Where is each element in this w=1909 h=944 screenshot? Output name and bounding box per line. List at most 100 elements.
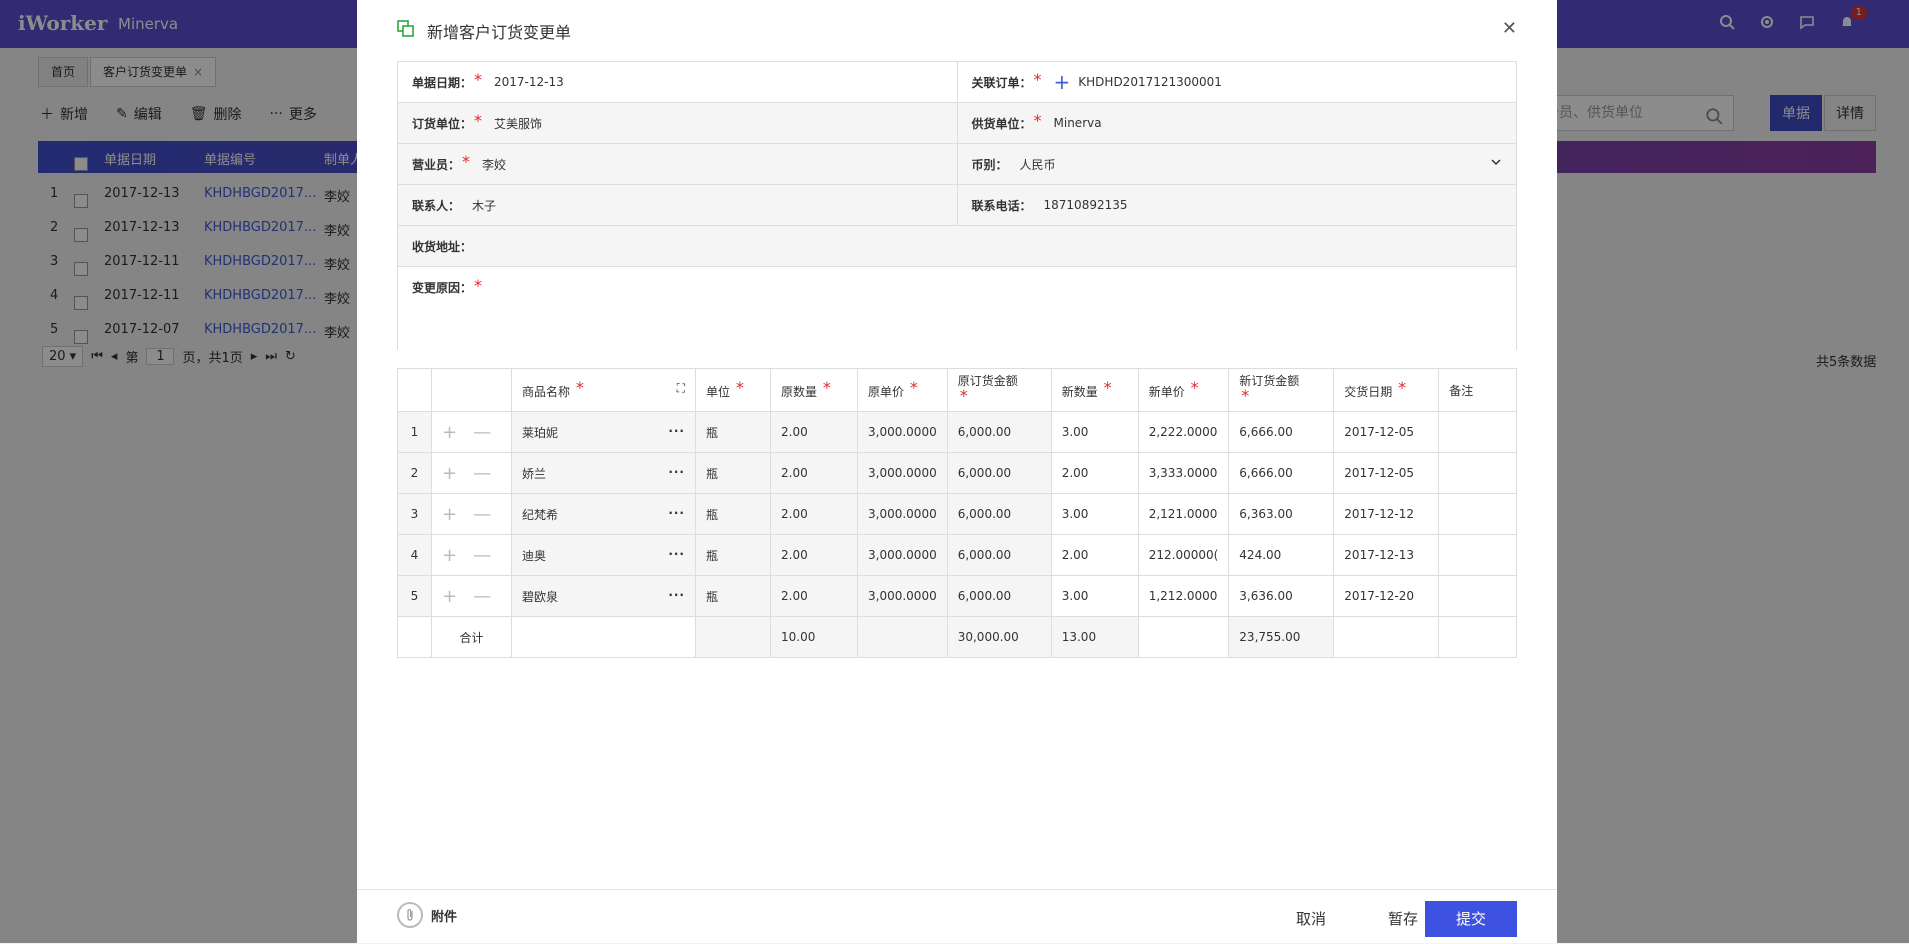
contact-value: 木子 — [472, 198, 497, 213]
order-value: KHDHD2017121300001 — [1078, 75, 1222, 89]
col-unit: 单位 * — [695, 368, 771, 412]
phone-label: 联系电话： — [971, 198, 1032, 213]
add-row-icon[interactable]: + — [442, 586, 457, 607]
orig-price-cell: 3,000.0000 — [857, 575, 948, 617]
currency-select[interactable]: 币别： 人民币 — [956, 144, 1516, 184]
row-ops: + — — [431, 534, 512, 576]
required-mark: * — [462, 151, 471, 171]
add-row-icon[interactable]: + — [442, 463, 457, 484]
total-new-amount: 23,755.00 — [1228, 616, 1335, 658]
new-qty-cell[interactable]: 2.00 — [1050, 452, 1139, 494]
new-qty-cell[interactable]: 3.00 — [1050, 411, 1139, 453]
delivery-date-cell[interactable]: 2017-12-05 — [1333, 411, 1440, 453]
remove-row-icon[interactable]: — — [473, 463, 491, 484]
unit-cell: 瓶 — [695, 534, 771, 576]
add-row-icon[interactable]: + — [442, 504, 457, 525]
date-value: 2017-12-13 — [494, 75, 564, 89]
remove-row-icon[interactable]: — — [473, 586, 491, 607]
required-mark: * — [1033, 69, 1042, 89]
orig-price-cell: 3,000.0000 — [857, 534, 948, 576]
total-delivery — [1333, 616, 1440, 658]
col-orig-price: 原单价 * — [857, 368, 948, 412]
product-name: 碧欧泉 — [522, 589, 559, 604]
col-delivery-date-label: 交货日期 — [1344, 384, 1393, 399]
remove-row-icon[interactable]: — — [473, 545, 491, 566]
new-price-cell[interactable]: 3,333.0000 — [1137, 452, 1230, 494]
form-row: 收货地址： — [398, 226, 1516, 267]
new-amount-cell[interactable]: 3,636.00 — [1228, 575, 1335, 617]
col-unit-label: 单位 — [706, 384, 731, 399]
plus-icon[interactable]: + — [1054, 70, 1071, 94]
new-amount-cell[interactable]: 424.00 — [1228, 534, 1335, 576]
orig-amount-cell: 6,000.00 — [946, 534, 1052, 576]
new-amount-cell[interactable]: 6,363.00 — [1228, 493, 1335, 535]
address-field: 收货地址： — [398, 226, 1516, 266]
delivery-date-cell[interactable]: 2017-12-12 — [1333, 493, 1440, 535]
orig-amount-cell: 6,000.00 — [946, 411, 1052, 453]
reason-textarea[interactable]: 变更原因： * — [398, 267, 1516, 361]
product-name: 纪梵希 — [522, 507, 559, 522]
product-cell[interactable]: 娇兰 ··· — [511, 452, 696, 494]
close-icon[interactable]: ✕ — [1502, 18, 1517, 39]
new-qty-cell[interactable]: 3.00 — [1050, 575, 1139, 617]
remark-cell[interactable] — [1438, 493, 1517, 535]
product-name: 娇兰 — [522, 466, 547, 481]
remove-row-icon[interactable]: — — [473, 422, 491, 443]
product-cell[interactable]: 莱珀妮 ··· — [511, 411, 696, 453]
submit-button[interactable]: 提交 — [1425, 901, 1517, 937]
delivery-date-cell[interactable]: 2017-12-20 — [1333, 575, 1440, 617]
total-orig-amount: 30,000.00 — [946, 616, 1052, 658]
order-form: 单据日期： * 2017-12-13 关联订单： * + KHDHD20171213… — [397, 61, 1517, 361]
total-index — [397, 616, 432, 658]
attachment-button[interactable]: 附件 — [397, 902, 457, 928]
row-index: 2 — [397, 452, 432, 494]
modal-title: 新增客户订货变更单 — [427, 23, 572, 42]
row-ops: + — — [431, 493, 512, 535]
form-row: 订货单位： * 艾美服饰 供货单位： * Minerva — [398, 103, 1516, 144]
form-row: 单据日期： * 2017-12-13 关联订单： * + KHDHD20171213… — [398, 62, 1516, 103]
order-change-modal: 新增客户订货变更单 ✕ 单据日期： * 2017-12-13 关联订单： * + K… — [357, 0, 1557, 943]
new-qty-cell[interactable]: 2.00 — [1050, 534, 1139, 576]
table-row: 1 + — 莱珀妮 ··· 瓶 2.00 3,000.0000 6,000.00 3… — [397, 411, 1517, 453]
new-price-cell[interactable]: 2,222.0000 — [1137, 411, 1230, 453]
remark-cell[interactable] — [1438, 411, 1517, 453]
delivery-date-cell[interactable]: 2017-12-05 — [1333, 452, 1440, 494]
new-qty-cell[interactable]: 3.00 — [1050, 493, 1139, 535]
add-row-icon[interactable]: + — [442, 422, 457, 443]
cancel-button[interactable]: 取消 — [1265, 901, 1357, 937]
required-mark: * — [1190, 377, 1199, 397]
new-price-cell[interactable]: 212.00000( — [1137, 534, 1230, 576]
new-amount-cell[interactable]: 6,666.00 — [1228, 411, 1335, 453]
currency-value: 人民币 — [1019, 157, 1056, 172]
new-amount-cell[interactable]: 6,666.00 — [1228, 452, 1335, 494]
remark-cell[interactable] — [1438, 575, 1517, 617]
add-row-icon[interactable]: + — [442, 545, 457, 566]
product-cell[interactable]: 碧欧泉 ··· — [511, 575, 696, 617]
orig-qty-cell: 2.00 — [770, 575, 858, 617]
remark-cell[interactable] — [1438, 452, 1517, 494]
copy-icon — [397, 20, 415, 42]
new-price-cell[interactable]: 1,212.0000 — [1137, 575, 1230, 617]
new-price-cell[interactable]: 2,121.0000 — [1137, 493, 1230, 535]
remove-row-icon[interactable]: — — [473, 504, 491, 525]
more-icon[interactable]: ··· — [668, 424, 685, 438]
date-field[interactable]: 单据日期： * 2017-12-13 — [398, 62, 957, 102]
more-icon[interactable]: ··· — [668, 465, 685, 479]
chevron-down-icon[interactable] — [1490, 156, 1502, 171]
col-orig-qty: 原数量 * — [770, 368, 858, 412]
col-new-price: 新单价 * — [1137, 368, 1230, 412]
expand-icon[interactable]: ⛶ — [677, 381, 685, 396]
remark-cell[interactable] — [1438, 534, 1517, 576]
related-order-field[interactable]: 关联订单： * + KHDHD2017121300001 — [956, 62, 1516, 102]
more-icon[interactable]: ··· — [668, 547, 685, 561]
delivery-date-cell[interactable]: 2017-12-13 — [1333, 534, 1440, 576]
form-row: 联系人： 木子 联系电话： 18710892135 — [398, 185, 1516, 226]
total-label: 合计 — [431, 616, 512, 658]
orig-amount-cell: 6,000.00 — [946, 575, 1052, 617]
total-remark — [1438, 616, 1517, 658]
product-cell[interactable]: 纪梵希 ··· — [511, 493, 696, 535]
product-cell[interactable]: 迪奥 ··· — [511, 534, 696, 576]
customer-value: 艾美服饰 — [494, 116, 543, 131]
more-icon[interactable]: ··· — [668, 588, 685, 602]
more-icon[interactable]: ··· — [668, 506, 685, 520]
